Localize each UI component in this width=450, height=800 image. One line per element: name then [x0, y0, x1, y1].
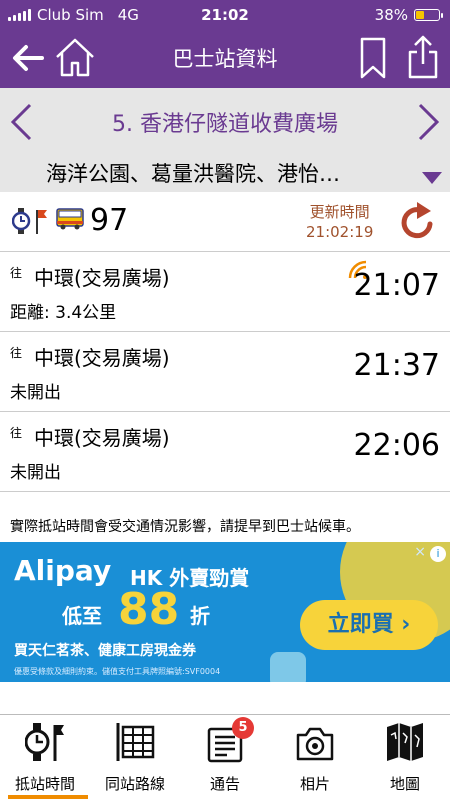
tab-map[interactable]: 地圖 [360, 715, 450, 800]
departure-status: 未開出 [10, 383, 61, 403]
departure-status: 未開出 [10, 463, 61, 483]
share-icon[interactable] [406, 34, 440, 80]
update-time-label: 更新時間 [309, 203, 370, 221]
tab-photos[interactable]: 相片 [270, 715, 360, 800]
battery-percent: 38% [374, 6, 408, 24]
ad-decoration [270, 652, 306, 682]
tab-label: 地圖 [389, 775, 420, 793]
watch-flag-icon [25, 723, 64, 761]
distance: 距離: 3.4公里 [10, 303, 117, 323]
tab-bar: 抵站時間 同站路線 5 通告 相片 地圖 [0, 714, 450, 800]
tab-label: 相片 [299, 775, 330, 793]
nav-bar: 巴士站資料 [0, 30, 450, 88]
expand-triangle-icon[interactable] [422, 172, 442, 184]
nearby-landmarks: 海洋公園、葛量洪醫院、港怡… [46, 162, 340, 186]
app-header: Club Sim 4G 21:02 38% 巴士站資料 [0, 0, 450, 88]
to-label: 往 [10, 426, 23, 440]
notice-badge: 5 [232, 717, 254, 739]
status-bar: Club Sim 4G 21:02 38% [0, 0, 450, 30]
refresh-icon[interactable] [396, 200, 440, 244]
bus-icon [56, 208, 84, 230]
ad-brand: Alipay [14, 554, 112, 587]
active-tab-indicator [8, 795, 88, 799]
eta-time: 22:06 [353, 428, 440, 463]
battery-icon [414, 9, 443, 21]
nearby-landmarks-bar[interactable]: 海洋公園、葛量洪醫院、港怡… [0, 154, 450, 192]
tab-arrival-time[interactable]: 抵站時間 [0, 715, 90, 800]
destination: 中環(交易廣場) [34, 266, 170, 290]
to-label: 往 [10, 266, 23, 280]
tab-label: 同站路線 [104, 775, 165, 793]
tab-label: 通告 [209, 775, 240, 793]
ad-fine-print: 優惠受條款及細則約束。儲值支付工具牌照編號:SVF0004 [14, 667, 221, 676]
route-number: 97 [90, 203, 129, 238]
eta-row: 往 中環(交易廣場) 距離: 3.4公里 21:07 [0, 252, 450, 332]
ad-info-icon[interactable]: i [430, 546, 446, 562]
eta-row: 往 中環(交易廣場) 未開出 21:37 [0, 332, 450, 412]
eta-time: 21:37 [353, 348, 440, 383]
stop-name: 5. 香港仔隧道收費廣場 [112, 112, 338, 137]
destination: 中環(交易廣場) [34, 346, 170, 370]
ad-low-label: 低至 [62, 604, 102, 628]
eta-row: 往 中環(交易廣場) 未開出 22:06 [0, 412, 450, 492]
ad-buy-button[interactable]: 立即買 › [300, 600, 438, 650]
tab-label: 抵站時間 [14, 775, 75, 793]
ad-off-label: 折 [190, 604, 210, 628]
tab-same-stop-routes[interactable]: 同站路線 [90, 715, 180, 800]
traffic-notice: 實際抵站時間會受交通情況影響，請提早到巴士站候車。 [10, 519, 360, 535]
timetable-icon [116, 723, 155, 761]
update-time-block: 更新時間 21:02:19 [306, 202, 373, 242]
tab-notices[interactable]: 5 通告 [180, 715, 270, 800]
battery-fill [416, 11, 425, 19]
eta-time: 21:07 [353, 268, 440, 303]
next-stop-chevron-icon[interactable] [416, 102, 442, 142]
camera-icon [296, 727, 334, 761]
stop-name-bar: 5. 香港仔隧道收費廣場 [0, 88, 450, 154]
map-icon [387, 723, 423, 761]
route-row: 97 更新時間 21:02:19 [0, 192, 450, 252]
to-label: 往 [10, 346, 23, 360]
ad-banner[interactable]: Alipay HK 外賣勁賞 低至 88 折 買天仁茗茶、健康工房現金券 優惠受… [0, 542, 450, 682]
watch-flag-icon [12, 208, 47, 234]
ad-stores: 買天仁茗茶、健康工房現金券 [14, 643, 196, 659]
update-time-value: 21:02:19 [306, 223, 374, 241]
destination: 中環(交易廣場) [34, 426, 170, 450]
bookmark-icon[interactable] [358, 36, 388, 80]
ad-discount: 88 [118, 584, 180, 635]
ad-close-icon[interactable]: × [414, 544, 426, 560]
